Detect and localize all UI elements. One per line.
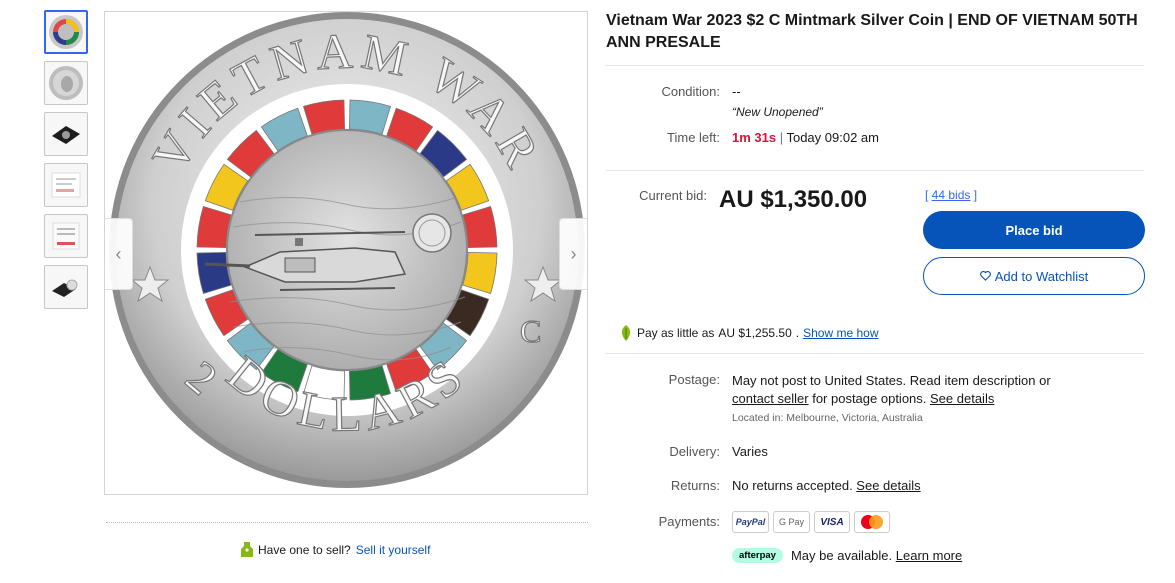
postage-value: May not post to United States. Read item… xyxy=(732,372,1132,408)
returns-value: No returns accepted. See details xyxy=(732,478,921,493)
chevron-right-icon[interactable]: › xyxy=(559,218,587,290)
sell-prompt: Have one to sell? Sell it yourself xyxy=(241,542,430,557)
coin-box-icon xyxy=(52,279,78,297)
condition-value: -- xyxy=(732,84,741,99)
coin-obverse-icon xyxy=(49,66,83,100)
coin-thumbnail-icon xyxy=(49,15,83,49)
main-product-image[interactable]: VIETNAM WAR DOLLARS 2 C ‹ › xyxy=(104,11,588,495)
postage-details-link[interactable]: See details xyxy=(930,391,994,406)
postage-label: Postage: xyxy=(668,372,720,387)
visa-badge: VISA xyxy=(814,511,850,533)
afterpay-desc: May be available. xyxy=(790,548,896,563)
coin-case-icon xyxy=(52,126,80,144)
countdown: 1m 31s xyxy=(732,130,777,145)
mastercard-icon xyxy=(854,511,890,533)
end-time: Today 09:02 am xyxy=(786,130,879,145)
current-bid-label: Current bid: xyxy=(639,188,707,203)
afterpay-badge: afterpay xyxy=(732,548,783,563)
bid-history-link[interactable]: 44 bids xyxy=(932,188,971,202)
show-me-how-link[interactable]: Show me how xyxy=(803,326,878,340)
sell-divider xyxy=(106,522,588,523)
google-pay-badge: G Pay xyxy=(773,511,810,533)
bids-open-bracket: [ xyxy=(925,188,932,202)
bids-close-bracket: ] xyxy=(970,188,978,202)
pay-amount: AU $1,255.50 xyxy=(718,326,792,340)
afterpay-row: afterpay May be available. Learn more xyxy=(732,548,962,563)
coin-image: VIETNAM WAR DOLLARS 2 C xyxy=(109,12,585,488)
sell-question: Have one to sell? xyxy=(258,542,351,557)
postage-mid: for postage options. xyxy=(808,391,931,406)
time-separator: | xyxy=(776,130,787,145)
bid-count: [ 44 bids ] xyxy=(925,188,977,202)
afterpay-learn-more-link[interactable]: Learn more xyxy=(896,548,962,563)
delivery-value: Varies xyxy=(732,444,768,459)
condition-note: “New Unopened” xyxy=(732,105,823,119)
thumbnail-3[interactable] xyxy=(44,112,88,156)
returns-label: Returns: xyxy=(670,478,720,493)
thumbnail-strip xyxy=(44,10,90,316)
item-location: Located in: Melbourne, Victoria, Austral… xyxy=(732,412,923,424)
item-title: Vietnam War 2023 $2 C Mintmark Silver Co… xyxy=(606,12,1138,51)
divider xyxy=(606,65,1144,66)
add-to-watchlist-button[interactable]: Add to Watchlist xyxy=(923,257,1145,295)
afterpay-text: May be available. Learn more xyxy=(791,548,962,563)
pay-as-little: Pay as little as AU $1,255.50. Show me h… xyxy=(619,325,878,341)
thumbnail-1[interactable] xyxy=(44,10,88,54)
watchlist-label: Add to Watchlist xyxy=(994,268,1089,284)
thumbnail-6[interactable] xyxy=(44,265,88,309)
tag-icon xyxy=(241,542,253,557)
paypal-badge: PayPal xyxy=(732,511,769,533)
time-left-label: Time left: xyxy=(667,130,720,145)
postage-line1: May not post to United States. Read item… xyxy=(732,373,1051,388)
thumbnail-5[interactable] xyxy=(44,214,88,258)
packaging-icon xyxy=(52,222,80,250)
divider xyxy=(606,353,1144,354)
divider xyxy=(606,170,1144,171)
certificate-icon xyxy=(51,172,81,198)
delivery-label: Delivery: xyxy=(669,444,720,459)
payments-label: Payments: xyxy=(658,514,720,529)
leaf-icon xyxy=(621,325,631,341)
returns-details-link[interactable]: See details xyxy=(856,478,920,493)
place-bid-button[interactable]: Place bid xyxy=(923,211,1145,249)
current-bid-price: AU $1,350.00 xyxy=(719,186,868,213)
thumbnail-4[interactable] xyxy=(44,163,88,207)
pay-dot: . xyxy=(795,326,800,340)
heart-icon xyxy=(979,271,991,281)
payment-methods: PayPal G Pay VISA xyxy=(732,511,890,533)
time-left-value: 1m 31s | Today 09:02 am xyxy=(732,130,879,145)
condition-label: Condition: xyxy=(661,84,720,99)
contact-seller-link[interactable]: contact seller xyxy=(732,391,809,406)
returns-text: No returns accepted. xyxy=(732,478,857,493)
coin-mintmark: C xyxy=(520,313,541,349)
thumbnail-2[interactable] xyxy=(44,61,88,105)
chevron-left-icon[interactable]: ‹ xyxy=(105,218,133,290)
pay-prefix: Pay as little as xyxy=(637,326,715,340)
sell-it-yourself-link[interactable]: Sell it yourself xyxy=(356,543,431,557)
